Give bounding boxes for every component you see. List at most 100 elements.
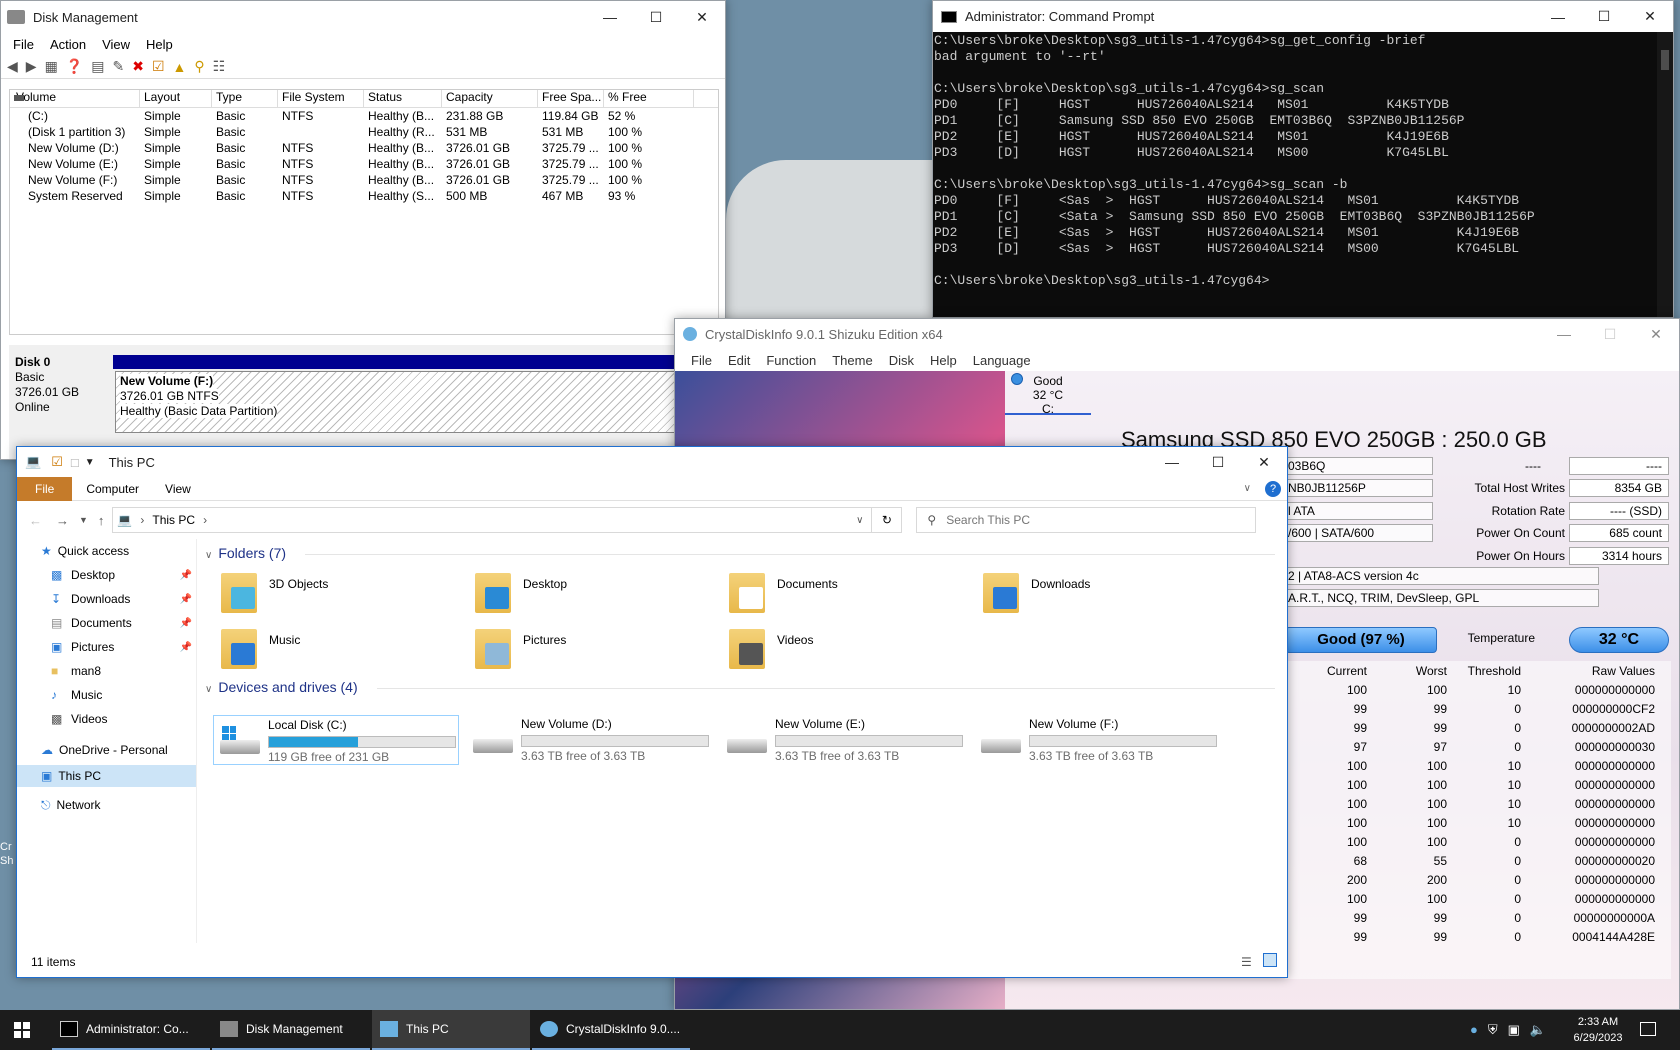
menu-file[interactable]: File (5, 37, 42, 52)
cmd-scrollbar[interactable] (1657, 32, 1673, 317)
customize-toolbar-icon[interactable]: ▼ (85, 457, 95, 468)
smart-col-current[interactable]: Current (1285, 661, 1367, 681)
column-percent-free[interactable]: % Free (604, 90, 694, 107)
drive-item[interactable]: New Volume (D:) 3.63 TB free of 3.63 TB (467, 715, 713, 765)
tab-view[interactable]: View (153, 482, 203, 496)
drive-item[interactable]: New Volume (F:) 3.63 TB free of 3.63 TB (975, 715, 1221, 765)
smart-row[interactable]: 100 100 10 000000000000 (1285, 814, 1671, 833)
smart-row[interactable]: 99 99 0 0004144A428E (1285, 928, 1671, 947)
column-volume[interactable]: Volume (10, 90, 140, 107)
help-icon[interactable]: ❓ (66, 58, 83, 75)
nav-item-downloads[interactable]: ↧ Downloads 📌 (17, 587, 196, 611)
delete-icon[interactable]: ✖ (132, 58, 144, 75)
settings-list-icon[interactable]: ☷ (213, 58, 226, 75)
disk0-info[interactable]: Disk 0 Basic 3726.01 GB Online (15, 355, 79, 415)
nav-item-documents[interactable]: ▤ Documents 📌 (17, 611, 196, 635)
search-box[interactable]: ⚲ (916, 507, 1257, 533)
partition-f[interactable]: New Volume (F:) 3726.01 GB NTFS Healthy … (115, 371, 725, 433)
nav-item-music[interactable]: ♪ Music (17, 683, 196, 707)
nav-item-pictures[interactable]: ▣ Pictures 📌 (17, 635, 196, 659)
pin-icon[interactable]: 📌 (180, 570, 192, 581)
smart-row[interactable]: 68 55 0 000000000020 (1285, 852, 1671, 871)
refresh-icon[interactable]: ↻ (871, 508, 901, 532)
menu-function[interactable]: Function (758, 353, 824, 368)
menu-help[interactable]: Help (138, 37, 181, 52)
tab-file[interactable]: File (17, 476, 73, 501)
smart-row[interactable]: 100 100 10 000000000000 (1285, 681, 1671, 700)
start-windows-icon[interactable] (14, 1022, 30, 1038)
table-row[interactable]: (C:) Simple Basic NTFS Healthy (B... 231.88 G… (10, 95, 718, 124)
check-icon[interactable]: ☑ (152, 58, 165, 75)
taskbar-item[interactable]: This PC (372, 1010, 530, 1050)
folder-item[interactable]: 3D Objects (221, 571, 461, 619)
table-row[interactable]: New Volume (D:) Simple Basic NTFS Healthy (B… (10, 95, 718, 156)
close-button[interactable]: ✕ (1627, 1, 1673, 33)
details-view-icon[interactable]: ☰ (1241, 955, 1252, 969)
column-capacity[interactable]: Capacity (442, 90, 538, 107)
help-icon[interactable]: ? (1265, 480, 1281, 497)
folder-item[interactable]: Pictures (475, 627, 715, 675)
smart-row[interactable]: 100 100 10 000000000000 (1285, 757, 1671, 776)
folder-item[interactable]: Documents (729, 571, 969, 619)
maximize-button[interactable]: ☐ (1587, 319, 1633, 350)
nav-item-desktop[interactable]: ▩ Desktop 📌 (17, 563, 196, 587)
smart-row[interactable]: 99 99 0 0000000002AD (1285, 719, 1671, 738)
column-free-space[interactable]: Free Spa... (538, 90, 604, 107)
smart-col-raw[interactable]: Raw Values (1521, 661, 1661, 681)
smart-row[interactable]: 97 97 0 000000000030 (1285, 738, 1671, 757)
close-button[interactable]: ✕ (1241, 447, 1287, 478)
smart-row[interactable]: 200 200 0 000000000000 (1285, 871, 1671, 890)
properties-icon[interactable]: ▤ (91, 58, 104, 75)
forward-arrow-icon[interactable]: ▶ (26, 58, 37, 75)
folder-item[interactable]: Music (221, 627, 461, 675)
volume-muted-icon[interactable]: 🔈 (1530, 1022, 1546, 1038)
table-row[interactable]: System Reserved Simple Basic NTFS Healthy (S… (10, 95, 718, 204)
nav-item-videos[interactable]: ▩ Videos (17, 707, 196, 731)
chevron-right-icon[interactable]: › (140, 513, 144, 527)
nav-item-man8[interactable]: ■ man8 (17, 659, 196, 683)
column-file-system[interactable]: File System (278, 90, 364, 107)
collapse-chevron-icon[interactable]: ∨ (205, 550, 212, 561)
large-icons-view-icon[interactable] (1263, 953, 1277, 967)
properties-quick-icon[interactable]: ☑ (51, 454, 63, 470)
tab-computer[interactable]: Computer (72, 482, 153, 496)
smart-row[interactable]: 99 99 0 000000000CF2 (1285, 700, 1671, 719)
maximize-button[interactable]: ☐ (1195, 447, 1241, 478)
menu-language[interactable]: Language (965, 353, 1039, 368)
search-input[interactable] (946, 513, 1227, 527)
health-status-badge[interactable]: Good (97 %) (1285, 627, 1437, 653)
menu-help[interactable]: Help (922, 353, 965, 368)
network-tray-icon[interactable]: ▣ (1508, 1022, 1520, 1038)
nav-quick-access[interactable]: ★ Quick access (17, 539, 196, 563)
nav-network[interactable]: ⎋ Network (17, 787, 196, 823)
smart-row[interactable]: 100 100 10 000000000000 (1285, 795, 1671, 814)
smart-row[interactable]: 100 100 10 000000000000 (1285, 776, 1671, 795)
menu-view[interactable]: View (94, 37, 138, 52)
folders-group-header[interactable]: ∨ Folders (7) (205, 545, 1285, 561)
menu-edit[interactable]: Edit (720, 353, 758, 368)
search-folder-icon[interactable]: ⚲ (194, 58, 204, 75)
smart-col-threshold[interactable]: Threshold (1447, 661, 1521, 681)
cmd-output[interactable]: C:\Users\broke\Desktop\sg3_utils-1.47cyg… (933, 32, 1673, 290)
column-type[interactable]: Type (212, 90, 278, 107)
maximize-button[interactable]: ☐ (1581, 1, 1627, 33)
disk-selector-c[interactable]: Good 32 °C C: (1005, 371, 1091, 416)
pin-icon[interactable]: 📌 (180, 642, 192, 653)
smart-row[interactable]: 99 99 0 00000000000A (1285, 909, 1671, 928)
recent-locations-icon[interactable]: ▼ (79, 515, 88, 525)
table-row[interactable]: New Volume (E:) Simple Basic NTFS Healthy (B… (10, 95, 718, 172)
drives-group-header[interactable]: ∨ Devices and drives (4) (205, 679, 1285, 695)
folder-item[interactable]: Desktop (475, 571, 715, 619)
smart-row[interactable]: 100 100 0 000000000000 (1285, 833, 1671, 852)
chevron-right-icon[interactable]: › (203, 513, 207, 527)
console-tree-icon[interactable]: ▦ (45, 58, 58, 75)
menu-file[interactable]: File (683, 353, 720, 368)
drive-item[interactable]: Local Disk (C:) 119 GB free of 231 GB (213, 715, 459, 765)
back-arrow-icon[interactable]: ← (29, 513, 42, 528)
nav-onedrive[interactable]: ☁ OneDrive - Personal (17, 735, 196, 765)
close-button[interactable]: ✕ (1633, 319, 1679, 350)
expand-ribbon-icon[interactable]: ∨ (1244, 483, 1251, 494)
pin-icon[interactable]: 📌 (180, 618, 192, 629)
address-dropdown-icon[interactable]: ∨ (856, 515, 863, 526)
smart-row[interactable]: 100 100 0 000000000000 (1285, 890, 1671, 909)
